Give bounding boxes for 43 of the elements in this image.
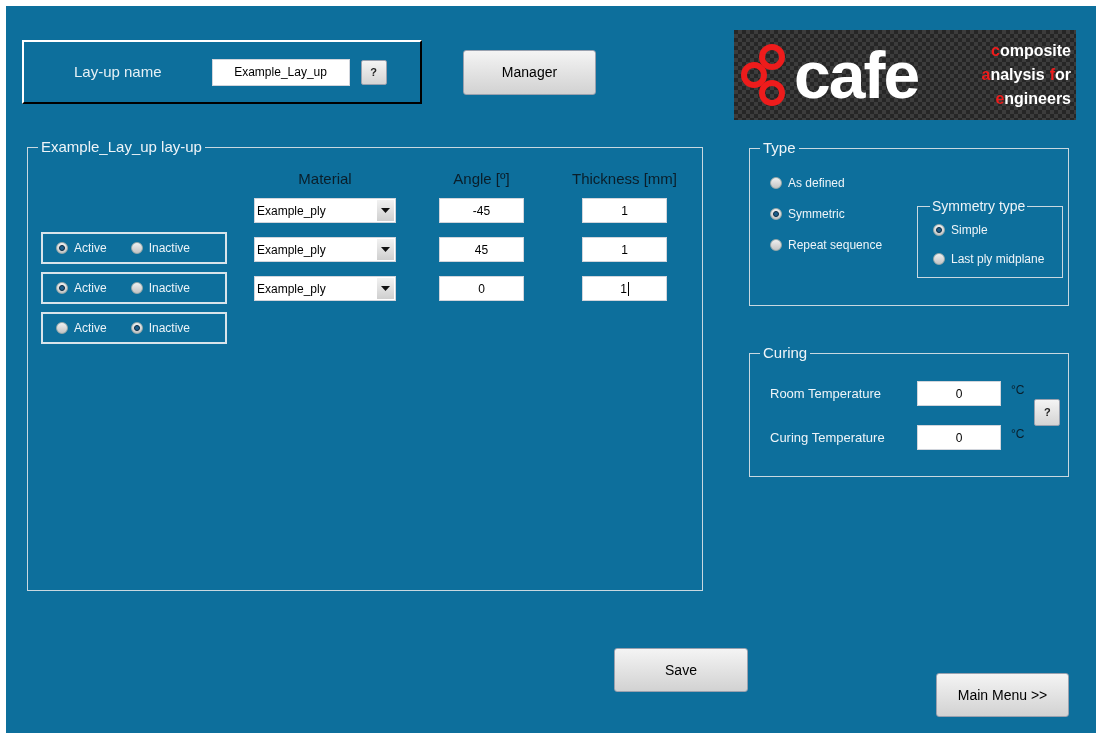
logo-tagline: composite	[990, 41, 1071, 61]
column-header: Material	[298, 169, 352, 189]
radio-button[interactable]: Active	[56, 239, 107, 257]
logo-tagline: engineers	[995, 89, 1071, 109]
thickness-field[interactable]: 1	[582, 198, 667, 223]
temperature-field[interactable]: 0	[917, 381, 1001, 406]
field-label: Room Temperature	[770, 384, 883, 403]
caret-icon	[381, 208, 390, 213]
thickness-field[interactable]: 1	[582, 237, 667, 262]
main-menu-button[interactable]: Main Menu >>	[936, 673, 1069, 717]
radio-button[interactable]: As defined	[770, 174, 883, 192]
help-button[interactable]: ?	[1034, 399, 1061, 426]
angle-field[interactable]: 45	[439, 237, 524, 262]
radio-button[interactable]: Active	[56, 319, 107, 337]
radio-button[interactable]: Inactive	[130, 239, 191, 257]
field-label: Curing Temperature	[770, 428, 886, 447]
radio-button[interactable]: Inactive	[130, 279, 191, 297]
material-dropdown[interactable]: Example_ply	[254, 198, 396, 223]
logo-wordmark: cafe	[794, 40, 919, 110]
help-button[interactable]: ?	[360, 59, 387, 85]
material-dropdown[interactable]: Example_ply	[254, 276, 396, 301]
layup-name-label: Lay-up name	[74, 61, 162, 82]
caret-icon	[381, 247, 390, 252]
caret-icon	[381, 286, 390, 291]
column-header: Angle [º]	[453, 169, 510, 189]
radio-button[interactable]: Symmetric	[770, 205, 883, 223]
manager-button[interactable]: Manager	[463, 50, 596, 95]
unit-label: °C	[1011, 426, 1025, 443]
radio-button[interactable]: Simple	[933, 221, 1062, 239]
column-header: Thickness [mm]	[572, 169, 677, 189]
logo-tagline: analysis for	[981, 65, 1071, 85]
layup-name-field[interactable]: Example_Lay_up	[211, 58, 350, 86]
temperature-field[interactable]: 0	[917, 425, 1001, 450]
radio-button[interactable]: Repeat sequence	[770, 236, 883, 254]
angle-field[interactable]: -45	[439, 198, 524, 223]
save-button[interactable]: Save	[614, 648, 748, 692]
radio-button[interactable]: Active	[56, 279, 107, 297]
material-dropdown[interactable]: Example_ply	[254, 237, 396, 262]
thickness-field[interactable]: 1	[582, 276, 667, 301]
unit-label: °C	[1011, 382, 1025, 399]
angle-field[interactable]: 0	[439, 276, 524, 301]
radio-button[interactable]: Inactive	[130, 319, 191, 337]
radio-button[interactable]: Last ply midplane	[933, 250, 1062, 268]
